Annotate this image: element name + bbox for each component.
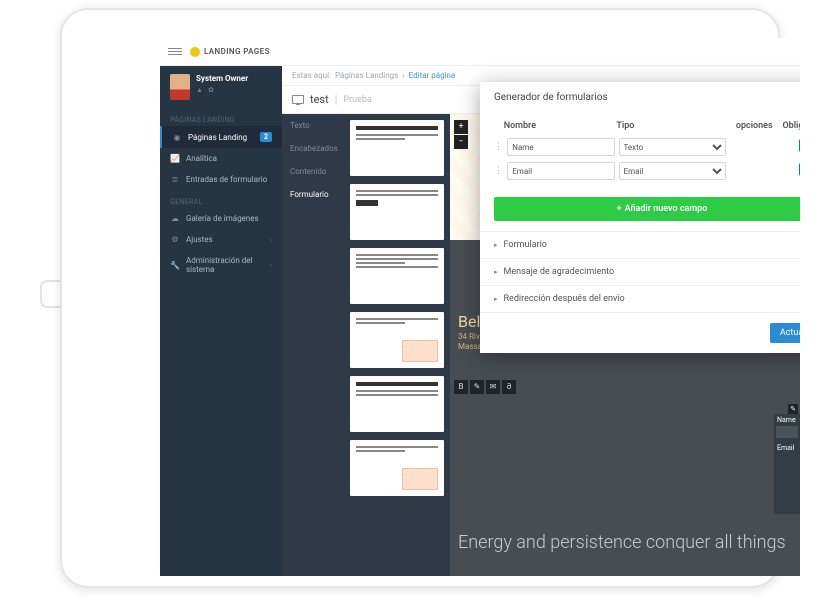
breadcrumb-link[interactable]: Páginas Landings	[335, 71, 398, 80]
form-preview-email-label: Email	[774, 442, 800, 454]
sidebar-section-general: GENERAL	[160, 190, 282, 208]
chart-icon: 📈	[170, 154, 180, 163]
hero-headline: Energy and persistence conquer all thing…	[458, 532, 786, 554]
plus-icon: +	[617, 204, 622, 214]
toolbox: Texto Encabezados Contenido Formulario	[282, 114, 344, 576]
th-nombre: Nombre	[504, 121, 617, 131]
modal-title: Generador de formularios	[480, 82, 800, 113]
accordion-label: Formulario	[504, 240, 547, 250]
sidebar-item-entradas[interactable]: ≣ Entradas de formulario	[160, 169, 282, 190]
zoom-out-button[interactable]: −	[454, 135, 468, 149]
add-field-label: Añadir nuevo campo	[625, 204, 708, 214]
add-field-button[interactable]: +Añadir nuevo campo	[494, 197, 800, 221]
menu-toggle-icon[interactable]	[168, 45, 182, 59]
template-gallery	[344, 114, 450, 576]
update-button[interactable]: Actualizar	[770, 323, 800, 343]
form-builder-table: Nombre Tipo opciones Obligatorio ⋮ Texto…	[480, 113, 800, 191]
tool-link-icon[interactable]: ∂	[502, 380, 516, 394]
drag-handle-icon[interactable]: ⋮	[494, 166, 503, 176]
sidebar-item-label: Ajustes	[186, 235, 213, 244]
wrench-icon: 🔧	[170, 261, 180, 270]
triangle-icon: ▸	[494, 268, 498, 276]
block-toolbar: B ✎ ✉ ∂	[454, 380, 516, 394]
sidebar-section-landing: PÁGINAS LANDING	[160, 108, 282, 126]
template-thumb[interactable]	[350, 120, 444, 176]
edit-icon[interactable]: ✎	[788, 404, 798, 414]
user-icon[interactable]: ▲	[196, 86, 203, 94]
triangle-icon: ▸	[494, 295, 498, 303]
sidebar-item-label: Administración del sistema	[186, 256, 264, 274]
tool-bold-icon[interactable]: B	[454, 380, 468, 394]
field-row: ⋮ Texto	[494, 135, 800, 159]
field-type-select[interactable]: Texto	[619, 138, 726, 156]
accordion-formulario[interactable]: ▸ Formulario	[480, 232, 800, 259]
breadcrumb-current: Editar página	[409, 71, 456, 80]
breadcrumb-sep: ›	[402, 71, 404, 80]
user-name: System Owner	[196, 74, 248, 83]
sidebar-item-admin[interactable]: 🔧 Administración del sistema ›	[160, 250, 282, 280]
page-title: test	[310, 93, 329, 106]
accordion-label: Redirección después del envío	[504, 294, 625, 304]
sidebar-item-analitica[interactable]: 📈 Analítica	[160, 148, 282, 169]
template-thumb[interactable]	[350, 376, 444, 432]
gear-icon: ⚙	[170, 235, 180, 244]
field-required-checkbox[interactable]	[799, 163, 800, 176]
template-thumb[interactable]	[350, 184, 444, 240]
tool-contenido[interactable]: Contenido	[282, 160, 344, 183]
page-title-sep: |	[335, 93, 338, 106]
tablet-frame: LANDING PAGES System Owner ▲ ✿ PÁGINAS L…	[60, 8, 780, 588]
cloud-icon: ☁	[170, 214, 180, 223]
settings-icon[interactable]: ✿	[208, 86, 214, 94]
globe-icon: ◉	[172, 133, 182, 142]
field-row: ⋮ Email	[494, 159, 800, 183]
brand-name: LANDING PAGES	[204, 47, 270, 56]
avatar[interactable]	[170, 74, 190, 100]
th-tipo: Tipo	[616, 121, 729, 131]
brand-dot-icon	[190, 47, 200, 57]
chevron-right-icon: ›	[270, 236, 272, 244]
desktop-icon	[292, 95, 304, 104]
list-icon: ≣	[170, 175, 180, 184]
form-builder-modal: Generador de formularios Nombre Tipo opc…	[480, 82, 800, 353]
accordion-agradecimiento[interactable]: ▸ Mensaje de agradecimiento	[480, 259, 800, 286]
form-preview-name-label: Name	[774, 414, 800, 426]
field-name-input[interactable]	[507, 138, 614, 156]
sidebar-item-paginas-landing[interactable]: ◉ Páginas Landing 2	[160, 126, 282, 148]
user-block: System Owner ▲ ✿	[160, 66, 282, 108]
field-name-input[interactable]	[507, 162, 614, 180]
tool-mail-icon[interactable]: ✉	[486, 380, 500, 394]
tool-edit-icon[interactable]: ✎	[470, 380, 484, 394]
tool-texto[interactable]: Texto	[282, 114, 344, 137]
page-subtitle: Prueba	[343, 95, 371, 105]
template-thumb[interactable]	[350, 440, 444, 496]
th-obligatorio: Obligatorio	[780, 121, 801, 131]
sidebar-item-label: Analítica	[186, 154, 217, 163]
zoom-in-button[interactable]: +	[454, 120, 468, 134]
map-zoom: + −	[454, 120, 468, 150]
topbar: LANDING PAGES	[160, 38, 800, 66]
sidebar-item-galeria[interactable]: ☁ Galería de imágenes	[160, 208, 282, 229]
th-opciones: opciones	[729, 121, 780, 131]
field-type-select[interactable]: Email	[619, 162, 726, 180]
accordion-label: Mensaje de agradecimiento	[504, 267, 615, 277]
app-screen: LANDING PAGES System Owner ▲ ✿ PÁGINAS L…	[160, 38, 800, 576]
template-thumb[interactable]	[350, 248, 444, 304]
chevron-right-icon: ›	[270, 261, 272, 269]
sidebar-item-label: Entradas de formulario	[186, 175, 267, 184]
template-thumb[interactable]	[350, 312, 444, 368]
sidebar-item-label: Galería de imágenes	[186, 214, 259, 223]
field-required-checkbox[interactable]	[799, 139, 800, 152]
triangle-icon: ▸	[494, 241, 498, 249]
modal-accordion: ▸ Formulario ▸ Mensaje de agradecimiento ▸…	[480, 231, 800, 313]
sidebar-item-ajustes[interactable]: ⚙ Ajustes ›	[160, 229, 282, 250]
form-preview: ✎ Name Email	[774, 414, 800, 514]
tool-encabezados[interactable]: Encabezados	[282, 137, 344, 160]
badge-count: 2	[260, 132, 272, 142]
breadcrumb-root: Estas aquí:	[292, 71, 331, 80]
tool-formulario[interactable]: Formulario	[282, 183, 344, 206]
accordion-redireccion[interactable]: ▸ Redirección después del envío	[480, 286, 800, 313]
drag-handle-icon[interactable]: ⋮	[494, 142, 503, 152]
sidebar: System Owner ▲ ✿ PÁGINAS LANDING ◉ Págin…	[160, 66, 282, 576]
sidebar-item-label: Páginas Landing	[188, 133, 247, 142]
